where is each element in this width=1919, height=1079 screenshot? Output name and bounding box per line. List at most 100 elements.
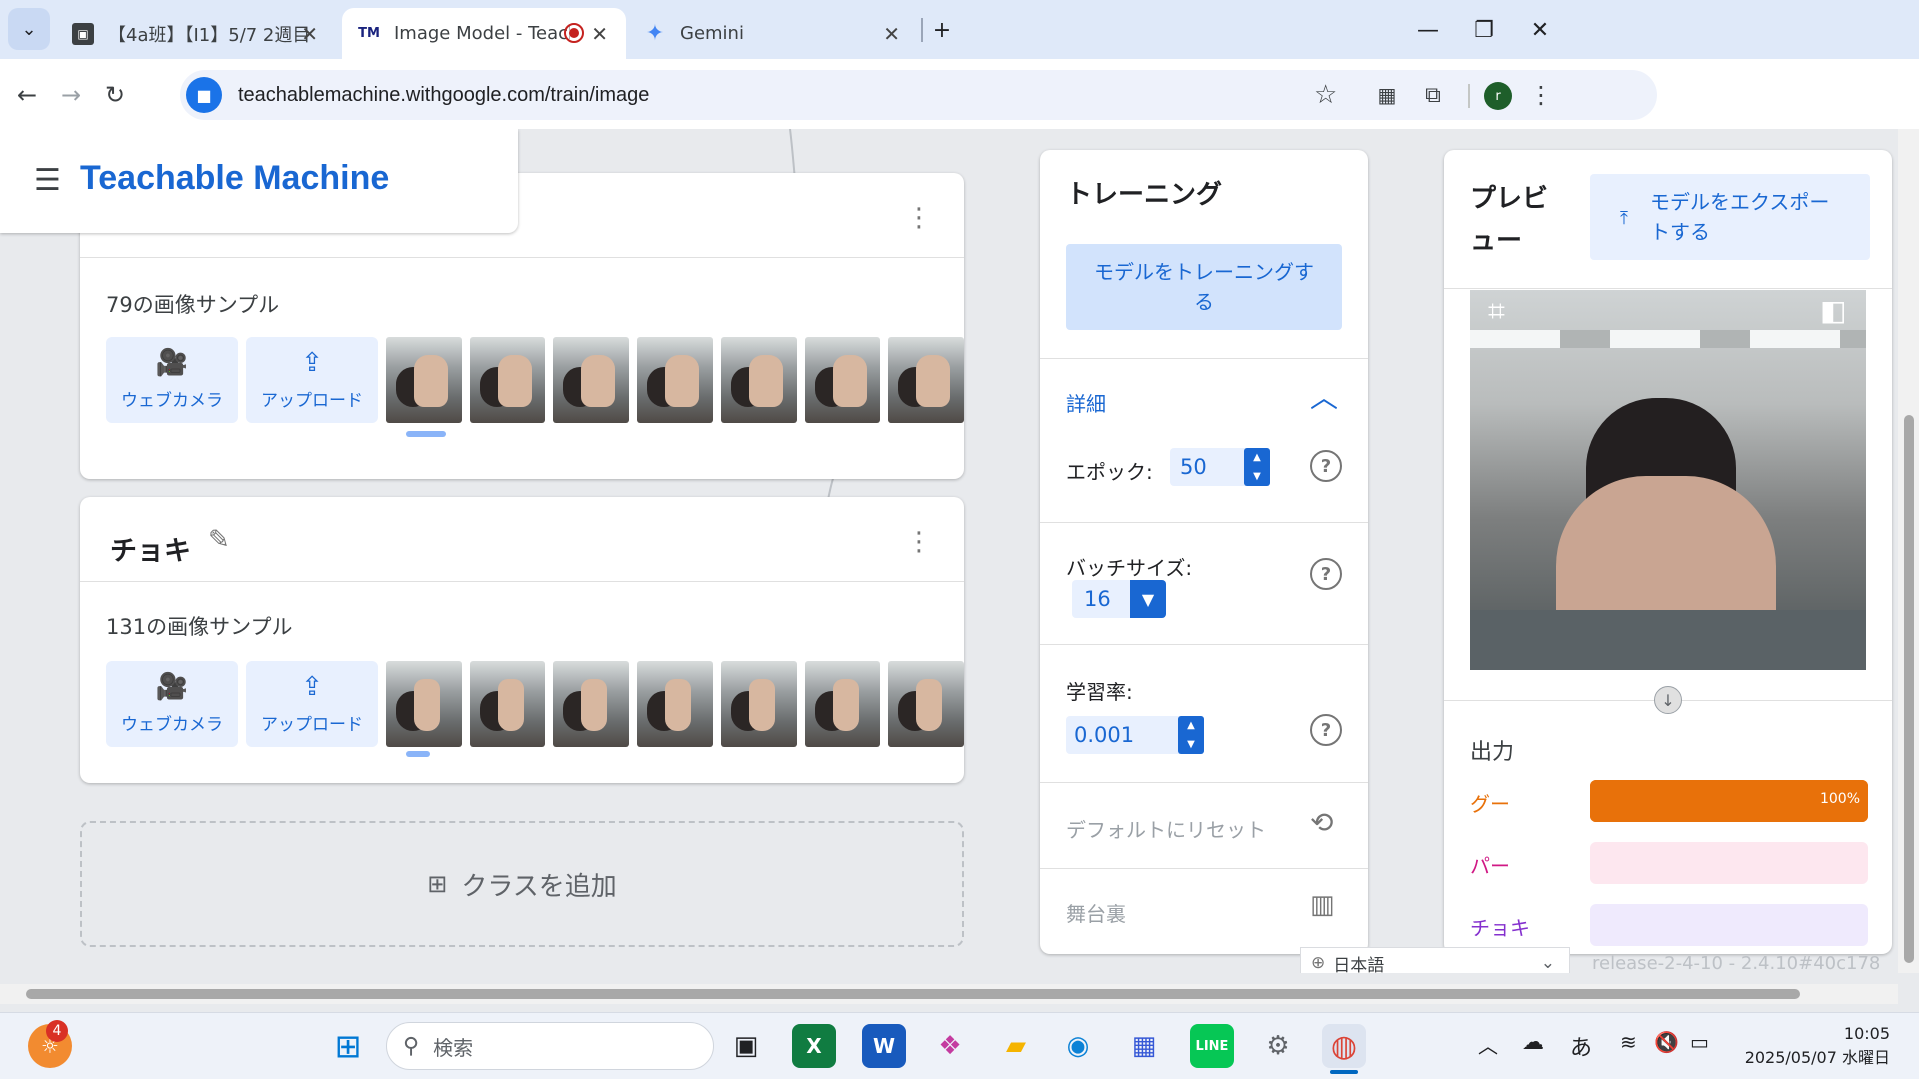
- flip-icon[interactable]: ◧: [1820, 294, 1846, 327]
- close-window-button[interactable]: ✕: [1520, 10, 1560, 50]
- epochs-input[interactable]: 50 ▲ ▼: [1170, 448, 1270, 486]
- help-icon[interactable]: ?: [1310, 714, 1342, 746]
- sample-thumbnail[interactable]: [553, 661, 630, 747]
- camera-in-use-icon[interactable]: ■: [186, 77, 222, 113]
- restore-button[interactable]: ❐: [1464, 10, 1504, 50]
- webcam-label: ウェブカメラ: [121, 714, 223, 735]
- wifi-icon[interactable]: ≋: [1620, 1030, 1637, 1054]
- word-icon[interactable]: W: [862, 1024, 906, 1068]
- excel-icon[interactable]: X: [792, 1024, 836, 1068]
- train-model-button[interactable]: モデルをトレーニングする: [1066, 244, 1342, 330]
- upload-button[interactable]: ⇪ アップロード: [246, 661, 378, 747]
- thumbnail-scrollbar[interactable]: [406, 431, 446, 437]
- sample-thumbnail[interactable]: [386, 661, 462, 747]
- help-icon[interactable]: ?: [1310, 450, 1342, 482]
- forward-icon[interactable]: →: [50, 74, 92, 116]
- add-class-button[interactable]: ⊞ クラスを追加: [80, 821, 964, 947]
- reload-icon[interactable]: ↻: [94, 74, 136, 116]
- divider: [1040, 868, 1368, 869]
- onedrive-cloud-icon[interactable]: ☁: [1522, 1030, 1544, 1055]
- crop-icon[interactable]: ⌗: [1488, 294, 1505, 329]
- minimize-button[interactable]: —: [1408, 10, 1448, 50]
- line-icon[interactable]: LINE: [1190, 1024, 1234, 1068]
- battery-icon[interactable]: ▭: [1690, 1030, 1709, 1054]
- export-model-button[interactable]: ⤒ モデルをエクスポートする: [1590, 174, 1870, 260]
- sample-thumbnail[interactable]: [720, 661, 797, 747]
- training-card: トレーニング モデルをトレーニングする 詳細 ︿ エポック: 50 ▲ ▼ ? バ…: [1040, 150, 1368, 954]
- sample-thumbnail[interactable]: [553, 337, 630, 423]
- tab-classroom[interactable]: ▣ 【4a班】【I1】5/7 2週目：人工知能 ✕: [56, 8, 336, 59]
- close-icon[interactable]: ✕: [301, 22, 318, 46]
- open-hand: [748, 355, 783, 407]
- learning-rate-input[interactable]: 0.001 ▲ ▼: [1066, 716, 1204, 754]
- details-toggle[interactable]: 詳細: [1066, 388, 1106, 417]
- tab-teachable-machine[interactable]: TM Image Model - Teachable M ✕: [342, 8, 626, 59]
- ime-indicator[interactable]: あ: [1570, 1030, 1592, 1062]
- sample-thumbnail[interactable]: [637, 661, 713, 747]
- speaker-muted-icon[interactable]: 🔇: [1654, 1030, 1679, 1054]
- thumbnail-scrollbar[interactable]: [406, 751, 430, 757]
- bar-chart-icon[interactable]: ▥: [1310, 890, 1335, 920]
- video-camera-icon: 🎥: [155, 347, 189, 378]
- webcam-button[interactable]: 🎥 ウェブカメラ: [106, 661, 238, 747]
- history-icon[interactable]: ⟲: [1310, 806, 1333, 839]
- upload-icon: ⇪: [301, 347, 323, 378]
- sample-thumbnail[interactable]: [637, 337, 713, 423]
- file-explorer-icon[interactable]: ▰: [994, 1024, 1038, 1068]
- sample-thumbnail[interactable]: [469, 661, 546, 747]
- extensions-icon[interactable]: ⧉: [1412, 74, 1454, 116]
- taskbar-search[interactable]: ⚲ 検索: [386, 1022, 714, 1070]
- learning-rate-stepper[interactable]: ▲ ▼: [1178, 716, 1204, 754]
- vertical-scrollbar[interactable]: [1898, 129, 1919, 973]
- bookmark-star-icon[interactable]: ☆: [1314, 80, 1337, 110]
- windows-start-icon[interactable]: ⊞: [326, 1024, 370, 1068]
- close-icon[interactable]: ✕: [591, 22, 608, 46]
- sample-thumbnail[interactable]: [804, 337, 881, 423]
- toolbar-divider: [1468, 84, 1470, 108]
- close-icon[interactable]: ✕: [883, 22, 900, 46]
- vertical-scroll-thumb[interactable]: [1904, 415, 1914, 963]
- sample-thumbnails: [386, 337, 964, 423]
- microsoft-store-icon[interactable]: ▦: [1122, 1024, 1166, 1068]
- horizontal-scroll-thumb[interactable]: [26, 989, 1800, 999]
- back-icon[interactable]: ←: [6, 74, 48, 116]
- sample-thumbnail[interactable]: [469, 337, 546, 423]
- confidence-percent: 100%: [1819, 791, 1860, 807]
- edit-pencil-icon[interactable]: ✎: [208, 525, 230, 555]
- output-class-label: グー: [1470, 792, 1510, 816]
- webcam-button[interactable]: 🎥 ウェブカメラ: [106, 337, 238, 423]
- help-icon[interactable]: ?: [1310, 558, 1342, 590]
- hamburger-menu-icon[interactable]: ☰: [34, 163, 61, 198]
- chrome-icon[interactable]: ◍: [1322, 1024, 1366, 1068]
- sample-thumbnail[interactable]: [888, 337, 964, 423]
- sample-thumbnail[interactable]: [386, 337, 462, 423]
- qr-code-icon[interactable]: ▦: [1366, 74, 1408, 116]
- task-view-icon[interactable]: ▣: [724, 1024, 768, 1068]
- sample-thumbnail[interactable]: [888, 661, 964, 747]
- epochs-label: エポック:: [1066, 460, 1153, 484]
- settings-gear-icon[interactable]: ⚙: [1256, 1024, 1300, 1068]
- sample-thumbnail[interactable]: [720, 337, 797, 423]
- output-title: 出力: [1470, 740, 1515, 765]
- tab-gemini[interactable]: ✦ Gemini ✕: [628, 8, 918, 59]
- class-options-kebab-icon[interactable]: ⋮: [906, 529, 932, 555]
- language-select[interactable]: ⊕ 日本語 ⌄: [1300, 947, 1570, 973]
- under-the-hood-button[interactable]: 舞台裏: [1066, 898, 1126, 927]
- chevron-up-icon[interactable]: ︿: [1310, 376, 1338, 416]
- batch-size-select[interactable]: 16 ▼: [1072, 580, 1166, 618]
- clock[interactable]: 10:05 2025/05/07 水曜日: [1730, 1022, 1890, 1070]
- new-tab-button[interactable]: +: [922, 10, 962, 50]
- tab-search-button[interactable]: ⌄: [8, 8, 50, 50]
- menu-kebab-icon[interactable]: ⋮: [1520, 74, 1562, 116]
- horizontal-scrollbar[interactable]: [0, 984, 1898, 1004]
- reset-defaults-button[interactable]: デフォルトにリセット: [1066, 814, 1266, 843]
- edge-icon[interactable]: ◉: [1056, 1024, 1100, 1068]
- profile-avatar[interactable]: r: [1484, 82, 1512, 110]
- upload-button[interactable]: ⇪ アップロード: [246, 337, 378, 423]
- chevron-up-icon[interactable]: ︿: [1478, 1030, 1498, 1059]
- dropdown-arrow-icon[interactable]: ▼: [1130, 580, 1166, 618]
- copilot-icon[interactable]: ❖: [928, 1024, 972, 1068]
- epochs-stepper[interactable]: ▲ ▼: [1244, 448, 1270, 486]
- class-options-kebab-icon[interactable]: ⋮: [906, 205, 932, 231]
- sample-thumbnail[interactable]: [804, 661, 881, 747]
